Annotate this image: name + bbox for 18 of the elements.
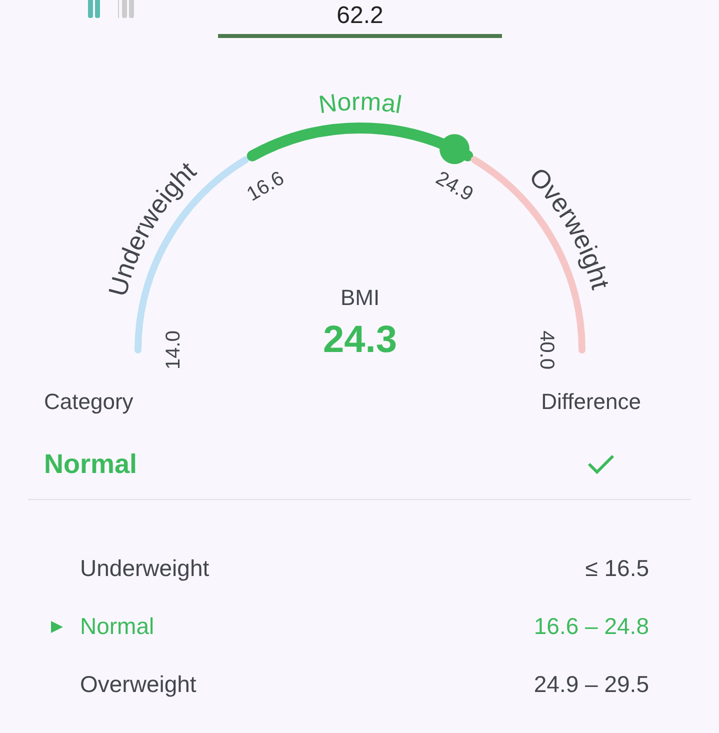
range-category: Normal (80, 612, 154, 642)
category-value: Normal (44, 448, 138, 481)
weight-tab[interactable]: 62.2 (218, 0, 502, 38)
range-category: Overweight (80, 670, 196, 700)
tick-label: 16.6 (243, 167, 288, 206)
bmi-value: 24.3 (323, 319, 397, 361)
column-header: Difference (541, 388, 641, 416)
column-header: Category (44, 388, 134, 416)
segment-label: Normal (317, 88, 404, 120)
range-value: 24.9 – 29.5 (534, 670, 649, 700)
range-value: 16.6 – 24.8 (534, 612, 649, 642)
gauge-title: BMI (340, 285, 380, 310)
range-category: Underweight (80, 554, 210, 584)
bar-chart-icon[interactable] (88, 0, 134, 18)
tick-label: 14.0 (162, 330, 184, 370)
range-value: ≤ 16.5 (585, 554, 649, 584)
tick-label: 24.9 (432, 167, 477, 206)
tick-label: 40.0 (536, 330, 558, 370)
